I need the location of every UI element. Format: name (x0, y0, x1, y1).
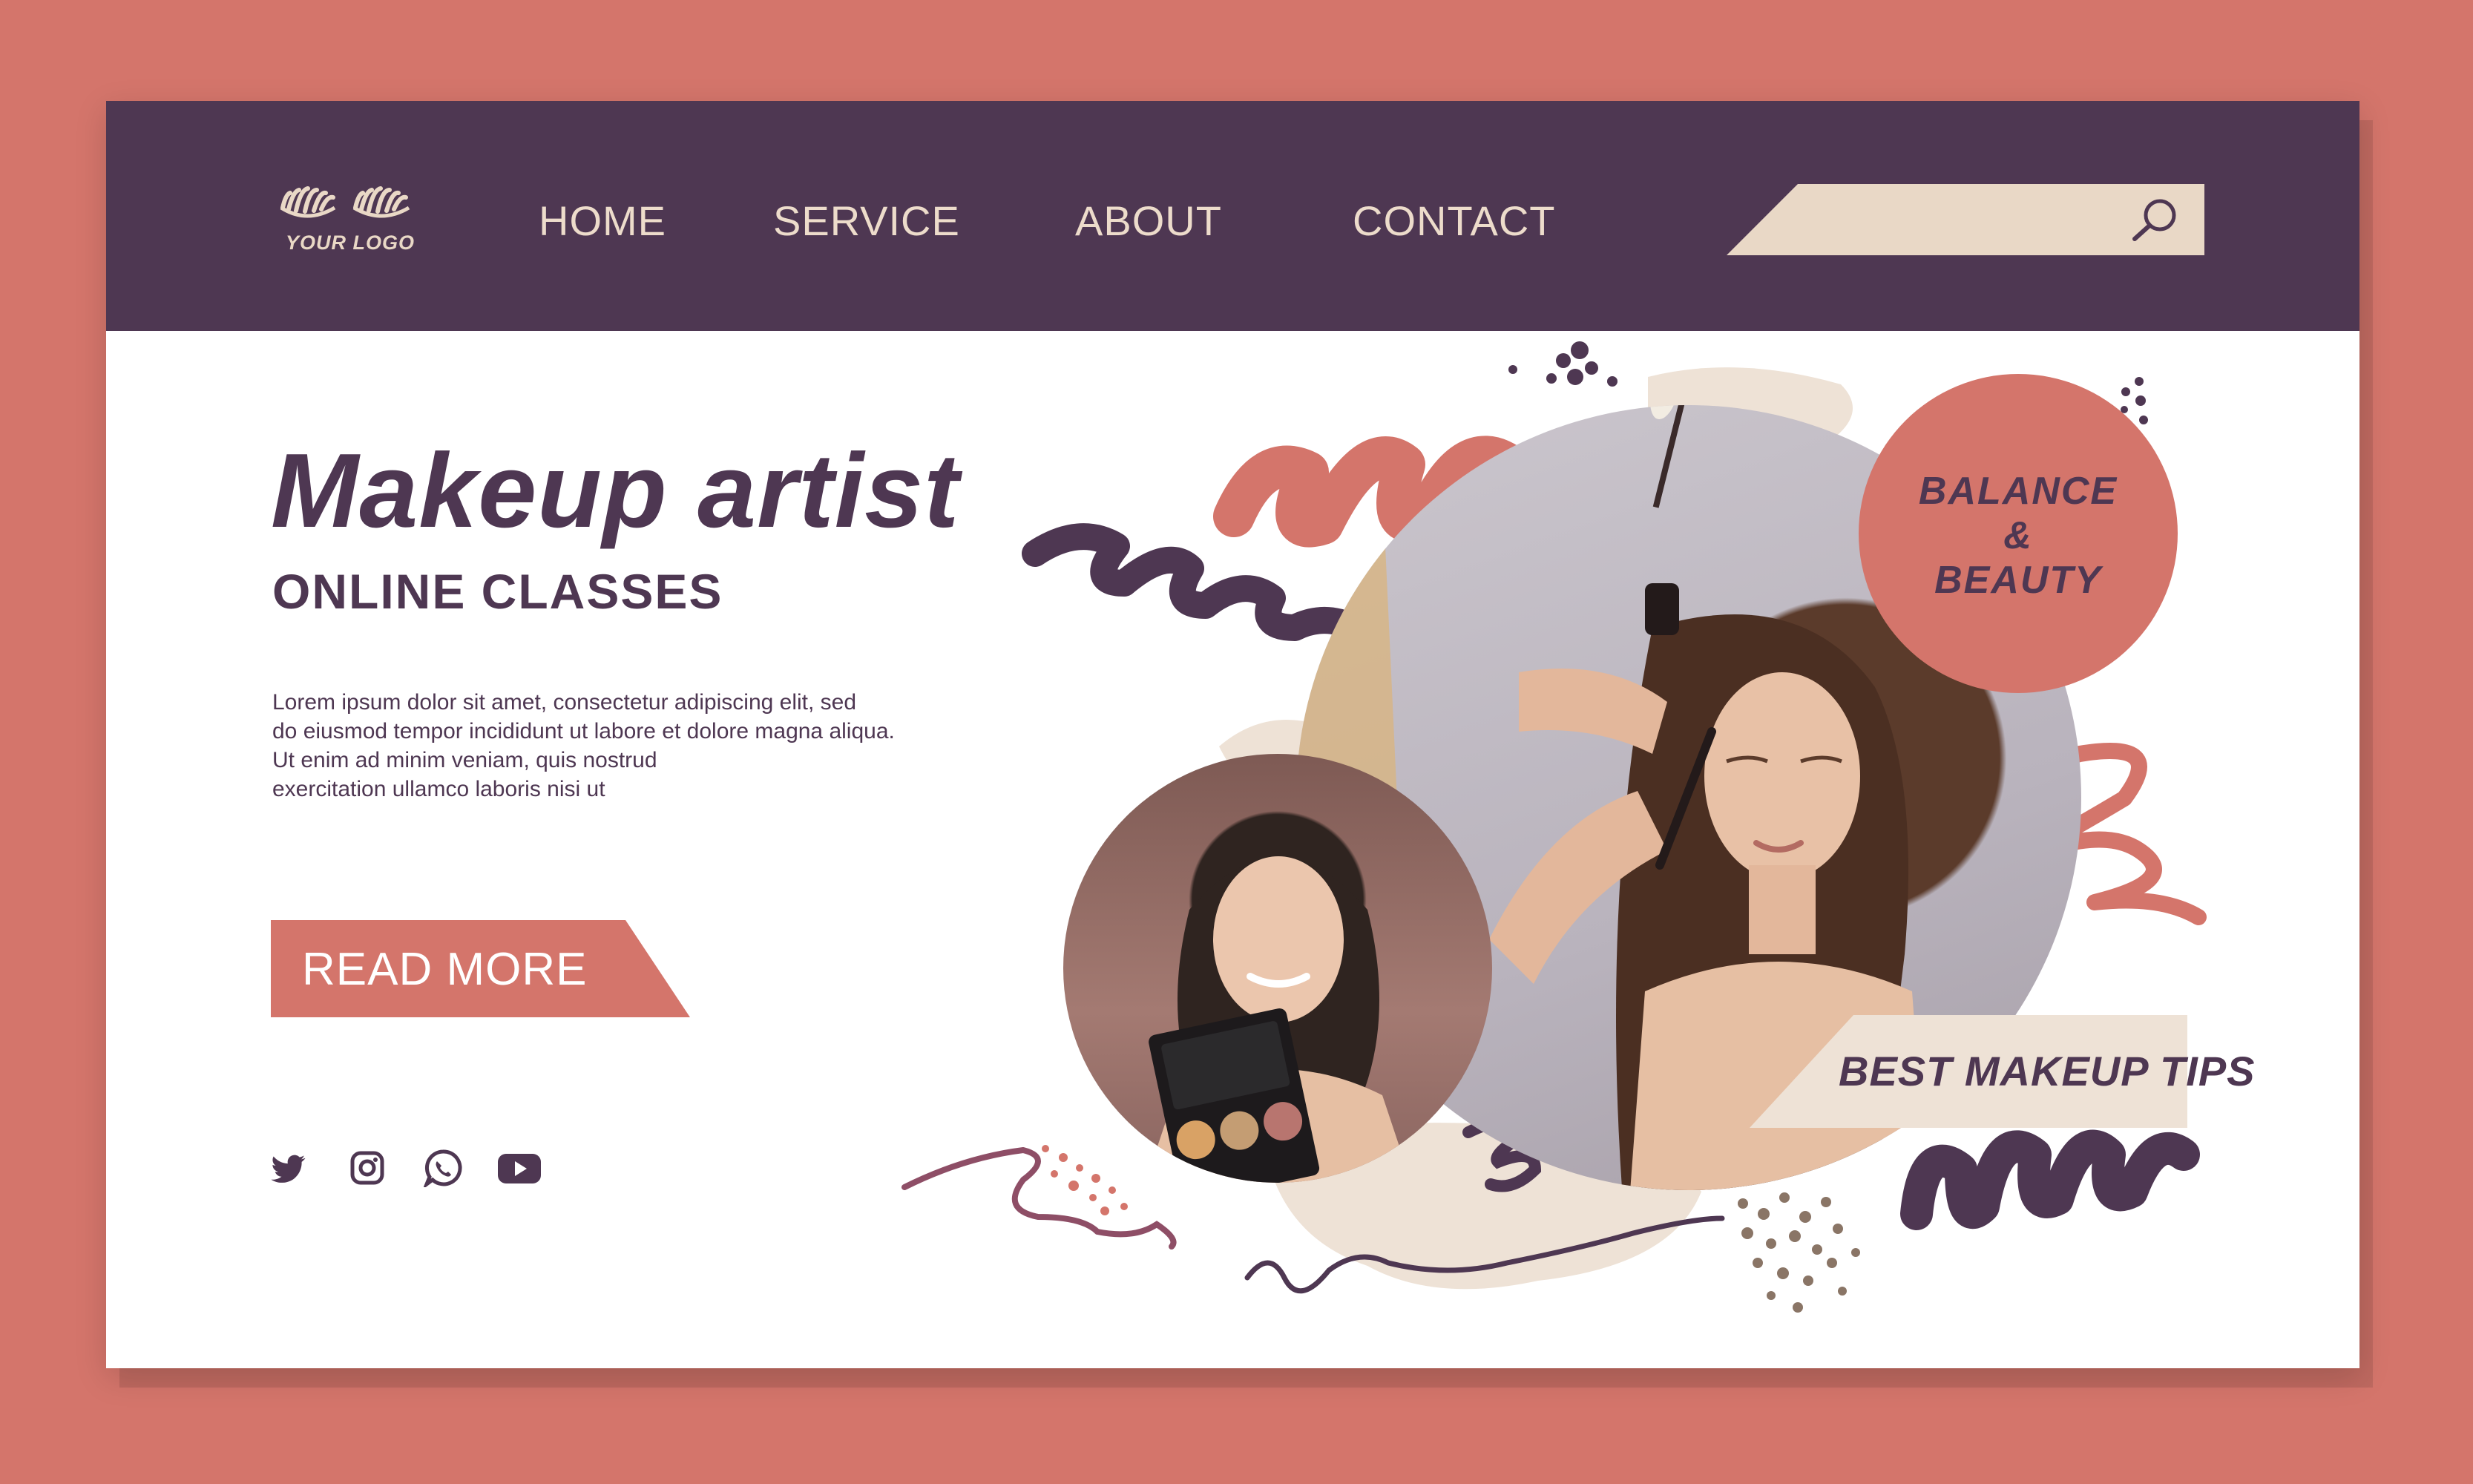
badge-line: BALANCE (1918, 470, 2118, 513)
landing-page: YOUR LOGO HOME SERVICE ABOUT CONTACT Mak… (106, 101, 2359, 1368)
best-makeup-tips-banner: BEST MAKEUP TIPS (1750, 1015, 2255, 1128)
eyeshadow-palette-illustration (1145, 856, 1412, 1183)
badge-line: & (2003, 514, 2033, 557)
balance-beauty-badge: BALANCE & BEAUTY (1859, 374, 2178, 693)
tips-banner-label: BEST MAKEUP TIPS (1839, 1048, 2256, 1094)
model-photo-palette (1063, 754, 1492, 1183)
badge-line: BEAUTY (1934, 559, 2102, 602)
